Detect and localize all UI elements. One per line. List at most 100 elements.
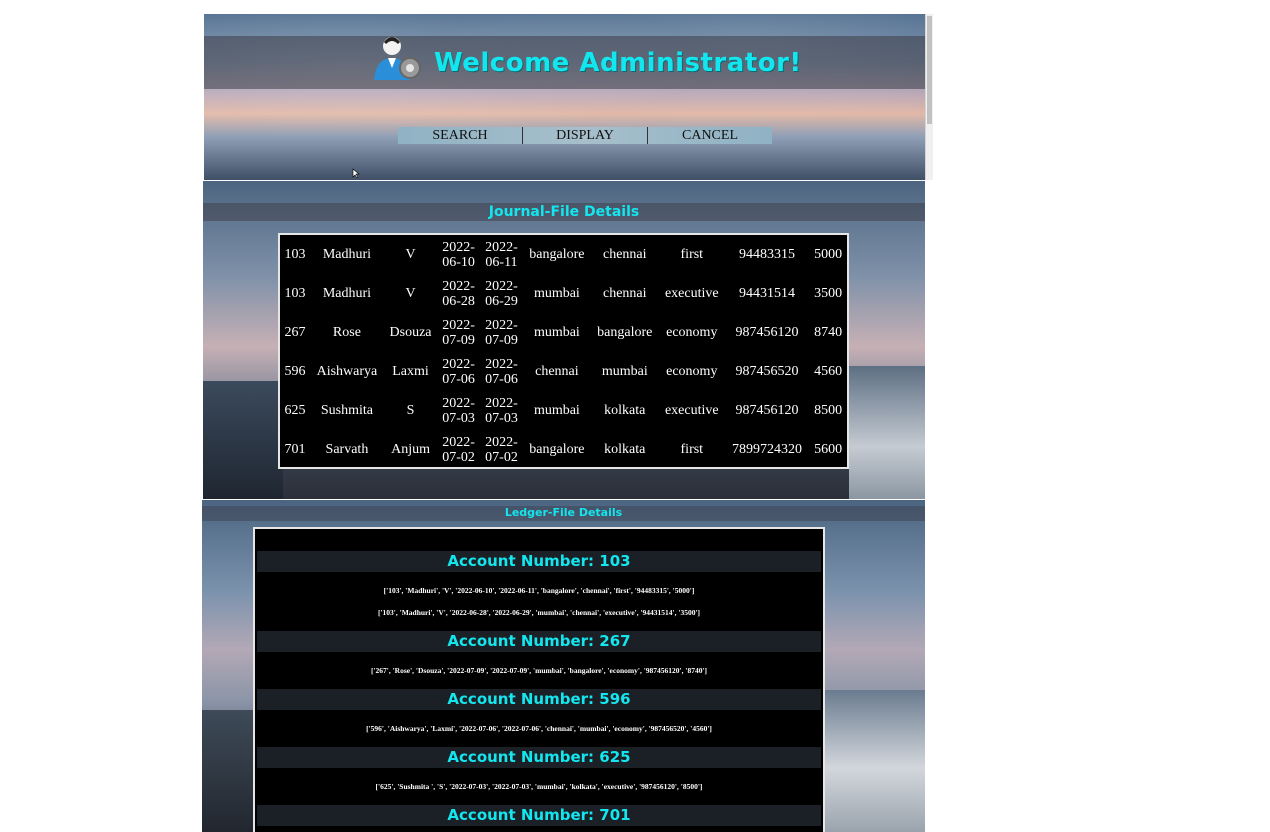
date-year: 2022- xyxy=(442,395,475,411)
last-name-cell: V xyxy=(405,286,416,301)
date-year: 2022- xyxy=(485,356,518,372)
account-id-cell: 625 xyxy=(284,403,306,418)
phone-cell: 987456120 xyxy=(735,403,799,418)
class-cell: economy xyxy=(666,364,718,379)
scrollbar-thumb[interactable] xyxy=(927,16,932,124)
ledger-record: ['625', 'Sushmita ', 'S', '2022-07-03', … xyxy=(375,782,703,791)
table-row: 103 Madhuri V 2022- 06-28 2022- 06-29 mumbai che… xyxy=(280,274,847,313)
amount-cell: 8740 xyxy=(814,325,843,340)
account-id-cell: 701 xyxy=(284,442,306,457)
phone-cell: 94483315 xyxy=(739,247,796,262)
date-year: 2022- xyxy=(485,317,518,333)
ledger-record: ['103', 'Madhuri', 'V', '2022-06-28', '2… xyxy=(377,608,701,617)
departure-date-cell: 2022- 07-02 xyxy=(437,430,480,469)
journal-table-container: 103 Madhuri V 2022- 06-10 2022- 06-11 bangalore… xyxy=(278,233,849,469)
last-name-cell: V xyxy=(405,247,416,262)
amount-cell: 8500 xyxy=(814,403,843,418)
background-jetbridge-right xyxy=(849,366,925,499)
to-city-cell: mumbai xyxy=(601,364,648,379)
account-id-cell: 103 xyxy=(284,247,306,262)
date-month-day: 07-06 xyxy=(485,371,518,387)
return-date-cell: 2022- 07-03 xyxy=(480,391,523,430)
welcome-heading: Welcome Administrator! xyxy=(434,48,802,78)
admin-user-gear-icon xyxy=(374,37,421,80)
date-year: 2022- xyxy=(442,434,475,450)
return-date-cell: 2022- 06-29 xyxy=(480,274,523,313)
first-name-cell: Sushmita xyxy=(320,403,373,418)
amount-cell: 3500 xyxy=(814,286,843,301)
date-year: 2022- xyxy=(442,356,475,372)
date-month-day: 07-03 xyxy=(442,410,475,426)
date-year: 2022- xyxy=(442,317,475,333)
date-month-day: 07-09 xyxy=(485,332,518,348)
date-year: 2022- xyxy=(485,239,518,255)
table-row: 267 Rose Dsouza 2022- 07-09 2022- 07-09 mumbai b… xyxy=(280,313,847,352)
account-id-cell: 267 xyxy=(284,325,306,340)
from-city-cell: mumbai xyxy=(533,403,580,418)
to-city-cell: kolkata xyxy=(604,403,646,418)
ledger-title: Ledger-File Details xyxy=(504,506,623,519)
first-name-cell: Aishwarya xyxy=(316,364,378,379)
account-id-cell: 103 xyxy=(284,286,306,301)
date-month-day: 06-28 xyxy=(442,293,475,309)
ledger-frame: Ledger-File Details Account Number: 103 [… xyxy=(202,500,925,832)
departure-date-cell: 2022- 06-28 xyxy=(437,274,480,313)
departure-date-cell: 2022- 07-06 xyxy=(437,352,480,391)
ledger-record: ['103', 'Madhuri', 'V', '2022-06-10', '2… xyxy=(383,586,695,595)
first-name-cell: Madhuri xyxy=(322,247,372,262)
phone-cell: 987456520 xyxy=(735,364,799,379)
ledger-panel: Account Number: 103 ['103', 'Madhuri', 'V… xyxy=(253,527,825,832)
account-id-cell: 596 xyxy=(284,364,306,379)
class-cell: first xyxy=(680,247,704,262)
background-jetbridge-right xyxy=(825,690,925,832)
date-month-day: 07-03 xyxy=(485,410,518,426)
to-city-cell: chennai xyxy=(603,286,647,301)
background-aircraft-left xyxy=(202,710,253,832)
return-date-cell: 2022- 06-11 xyxy=(480,235,523,274)
return-date-cell: 2022- 07-06 xyxy=(480,352,523,391)
date-month-day: 06-29 xyxy=(485,293,518,309)
date-year: 2022- xyxy=(485,278,518,294)
from-city-cell: mumbai xyxy=(533,286,580,301)
class-cell: economy xyxy=(666,325,718,340)
first-name-cell: Rose xyxy=(332,325,361,340)
last-name-cell: Anjum xyxy=(391,442,430,457)
date-month-day: 07-02 xyxy=(485,449,518,465)
return-date-cell: 2022- 07-02 xyxy=(480,430,523,469)
phone-cell: 7899724320 xyxy=(732,442,803,457)
journal-table: 103 Madhuri V 2022- 06-10 2022- 06-11 bangalore… xyxy=(280,235,847,469)
date-month-day: 07-06 xyxy=(442,371,475,387)
journal-title: Journal-File Details xyxy=(488,204,640,220)
display-button[interactable]: DISPLAY xyxy=(523,127,648,144)
table-row: 625 Sushmita S 2022- 07-03 2022- 07-03 mumbai ko… xyxy=(280,391,847,430)
from-city-cell: mumbai xyxy=(533,325,580,340)
ledger-record: ['267', 'Rose', 'Dsouza', '2022-07-09', … xyxy=(370,666,708,675)
departure-date-cell: 2022- 06-10 xyxy=(437,235,480,274)
class-cell: first xyxy=(680,442,704,457)
from-city-cell: chennai xyxy=(535,364,579,379)
last-name-cell: Laxmi xyxy=(392,364,429,379)
table-row: 701 Sarvath Anjum 2022- 07-02 2022- 07-02 banga… xyxy=(280,430,847,469)
table-row: 596 Aishwarya Laxmi 2022- 07-06 2022- 07-06 che… xyxy=(280,352,847,391)
last-name-cell: Dsouza xyxy=(389,325,432,340)
cancel-button[interactable]: CANCEL xyxy=(648,127,772,144)
date-year: 2022- xyxy=(485,434,518,450)
header-frame: Welcome Administrator! SEARCH DISPLAY CA… xyxy=(204,14,925,180)
account-heading: Account Number: 701 xyxy=(447,806,631,824)
amount-cell: 4560 xyxy=(814,364,843,379)
class-cell: executive xyxy=(664,403,719,418)
to-city-cell: chennai xyxy=(603,247,647,262)
ledger-record: ['596', 'Aishwarya', 'Laxmi', '2022-07-0… xyxy=(366,724,712,733)
date-month-day: 07-02 xyxy=(442,449,475,465)
header-scrollbar[interactable] xyxy=(925,14,933,180)
search-button[interactable]: SEARCH xyxy=(398,127,523,144)
class-cell: executive xyxy=(664,286,719,301)
first-name-cell: Madhuri xyxy=(322,286,372,301)
account-heading: Account Number: 103 xyxy=(447,552,631,570)
first-name-cell: Sarvath xyxy=(325,442,369,457)
account-heading: Account Number: 267 xyxy=(447,632,631,650)
date-month-day: 07-09 xyxy=(442,332,475,348)
to-city-cell: bangalore xyxy=(597,325,653,340)
background-aircraft-left xyxy=(203,381,283,499)
nav-bar: SEARCH DISPLAY CANCEL xyxy=(398,127,772,144)
